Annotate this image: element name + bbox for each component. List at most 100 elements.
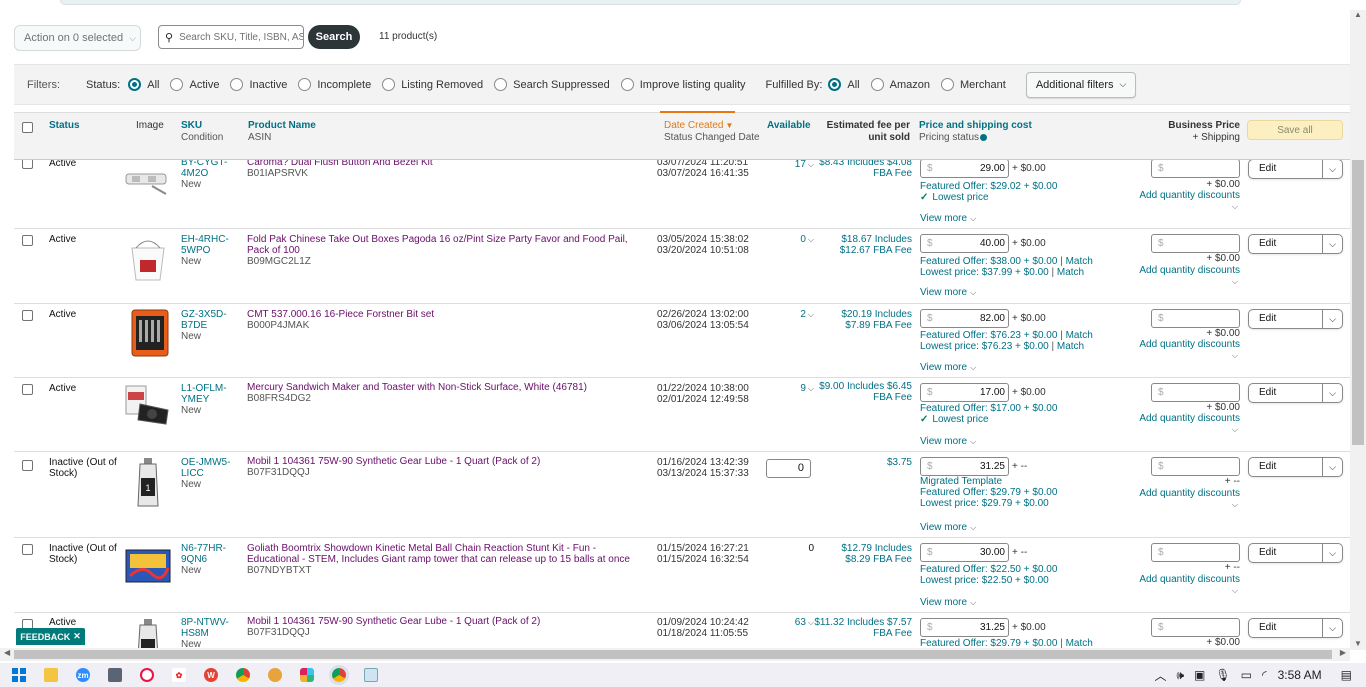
- chevron-down-icon[interactable]: ⌵: [1322, 310, 1342, 328]
- product-name-link[interactable]: CMT 537.000.16 16-Piece Forstner Bit set: [247, 309, 434, 320]
- status-radio-search-suppressed[interactable]: Search Suppressed: [494, 78, 610, 91]
- row-fee[interactable]: $11.32 Includes $7.57 FBA Fee: [814, 617, 912, 639]
- feedback-tab[interactable]: FEEDBACK ✕: [16, 628, 85, 645]
- row-sku[interactable]: OE-JMW5-LICC New: [181, 457, 233, 490]
- row-sku[interactable]: L1-OFLM-YMEY New: [181, 383, 233, 416]
- speaker-icon[interactable]: 🕪: [1176, 668, 1184, 683]
- price-input[interactable]: $40.00: [920, 234, 1009, 253]
- status-radio-improve-quality[interactable]: Improve listing quality: [620, 78, 746, 91]
- slack-icon[interactable]: [300, 668, 314, 682]
- scroll-right-icon[interactable]: ▶: [1340, 648, 1346, 657]
- price-input[interactable]: $30.00: [920, 543, 1009, 562]
- status-radio-listing-removed[interactable]: Listing Removed: [382, 78, 483, 91]
- header-date-created[interactable]: Date Created ▼ Status Changed Date: [664, 120, 760, 144]
- row-fee[interactable]: $20.19 Includes $7.89 FBA Fee: [814, 309, 912, 331]
- row-product[interactable]: CMT 537.000.16 16-Piece Forstner Bit set…: [247, 309, 647, 331]
- row-available[interactable]: 0 ⌵: [766, 234, 814, 245]
- search-input[interactable]: ⚲ Search SKU, Title, ISBN, ASIN: [158, 25, 304, 49]
- chevron-down-icon[interactable]: ⌵: [1322, 544, 1342, 562]
- zoom-icon[interactable]: zm: [76, 668, 90, 682]
- row-available[interactable]: 2 ⌵: [766, 309, 814, 320]
- chevron-down-icon[interactable]: ⌵: [1322, 384, 1342, 402]
- view-more-link[interactable]: View more ⌵: [920, 362, 976, 373]
- product-name-link[interactable]: Fold Pak Chinese Take Out Boxes Pagoda 1…: [247, 234, 628, 256]
- edit-button[interactable]: Edit ⌵: [1248, 618, 1343, 638]
- row-available[interactable]: 9 ⌵: [766, 383, 814, 394]
- bulk-action-select[interactable]: Action on 0 selected ⌵: [14, 25, 141, 51]
- scrollbar-thumb[interactable]: [1352, 160, 1364, 445]
- row-checkbox[interactable]: [22, 160, 33, 169]
- chevron-down-icon[interactable]: ⌵: [1322, 160, 1342, 178]
- chevron-down-icon[interactable]: ⌵: [1322, 619, 1342, 637]
- calculator-icon[interactable]: [108, 668, 122, 682]
- save-all-button[interactable]: Save all: [1247, 120, 1343, 140]
- select-all-checkbox[interactable]: [22, 122, 33, 133]
- row-sku[interactable]: GZ-3X5D-B7DE New: [181, 309, 233, 342]
- row-fee[interactable]: $9.00 Includes $6.45 FBA Fee: [814, 381, 912, 403]
- scroll-down-icon[interactable]: ▼: [1354, 639, 1362, 648]
- add-quantity-discounts-link[interactable]: Add quantity discounts ⌵: [1134, 265, 1240, 287]
- status-radio-active[interactable]: Active: [170, 78, 219, 91]
- business-price-input[interactable]: $: [1151, 543, 1240, 562]
- quantity-input[interactable]: 0: [766, 459, 811, 478]
- header-price[interactable]: Price and shipping cost Pricing status: [919, 120, 1032, 144]
- microphone-icon[interactable]: 🎙: [1215, 668, 1230, 682]
- wifi-icon[interactable]: ◜: [1262, 668, 1267, 682]
- row-sku[interactable]: BY-CYGT-4M2O New: [181, 160, 233, 190]
- status-radio-all[interactable]: All: [128, 78, 159, 91]
- price-input[interactable]: $82.00: [920, 309, 1009, 328]
- row-fee[interactable]: $18.67 Includes $12.67 FBA Fee: [814, 234, 912, 256]
- row-product[interactable]: Mobil 1 104361 75W-90 Synthetic Gear Lub…: [247, 616, 647, 638]
- product-name-link[interactable]: Mobil 1 104361 75W-90 Synthetic Gear Lub…: [247, 456, 540, 467]
- row-fee[interactable]: $3.75: [814, 457, 912, 468]
- meet-now-icon[interactable]: ▣: [1194, 668, 1205, 682]
- header-status[interactable]: Status: [49, 120, 80, 132]
- view-more-link[interactable]: View more ⌵: [920, 436, 976, 447]
- battery-icon[interactable]: ▭: [1241, 668, 1252, 682]
- row-product[interactable]: Fold Pak Chinese Take Out Boxes Pagoda 1…: [247, 234, 647, 267]
- edit-button[interactable]: Edit ⌵: [1248, 543, 1343, 563]
- match-link[interactable]: Match: [1057, 341, 1084, 352]
- product-image[interactable]: [122, 308, 174, 360]
- business-price-input[interactable]: $: [1151, 309, 1240, 328]
- product-name-link[interactable]: Goliath Boomtrix Showdown Kinetic Metal …: [247, 543, 630, 565]
- chevron-up-icon[interactable]: ︿: [1154, 667, 1166, 684]
- add-quantity-discounts-link[interactable]: Add quantity discounts ⌵: [1134, 488, 1240, 510]
- row-checkbox[interactable]: [22, 544, 33, 555]
- view-more-link[interactable]: View more ⌵: [920, 287, 976, 298]
- match-link[interactable]: Match: [1066, 330, 1093, 341]
- add-quantity-discounts-link[interactable]: Add quantity discounts ⌵: [1134, 413, 1240, 435]
- fulfilled-radio-all[interactable]: All: [828, 78, 860, 91]
- notification-icon[interactable]: ▤: [1341, 668, 1352, 682]
- row-sku[interactable]: 8P-NTWV-HS8M New: [181, 617, 233, 648]
- product-image[interactable]: 1: [122, 456, 174, 508]
- windows-start-icon[interactable]: [12, 668, 26, 682]
- app-icon[interactable]: ✿: [172, 668, 186, 682]
- scroll-left-icon[interactable]: ◀: [4, 648, 10, 657]
- row-checkbox[interactable]: [22, 384, 33, 395]
- product-image[interactable]: [122, 617, 174, 648]
- view-more-link[interactable]: View more ⌵: [920, 522, 976, 533]
- price-input[interactable]: $17.00: [920, 383, 1009, 402]
- clock[interactable]: 3:58 AM: [1278, 668, 1322, 682]
- business-price-input[interactable]: $: [1151, 160, 1240, 178]
- row-sku[interactable]: EH-4RHC-5WPO New: [181, 234, 233, 267]
- product-image[interactable]: [122, 234, 174, 286]
- row-available[interactable]: 63 ⌵: [766, 617, 814, 628]
- notepad-icon[interactable]: [364, 668, 378, 682]
- business-price-input[interactable]: $: [1151, 234, 1240, 253]
- add-quantity-discounts-link[interactable]: Add quantity discounts ⌵: [1134, 574, 1240, 596]
- row-product[interactable]: Goliath Boomtrix Showdown Kinetic Metal …: [247, 543, 647, 576]
- info-icon[interactable]: [980, 133, 988, 141]
- view-more-link[interactable]: View more ⌵: [920, 213, 976, 224]
- status-radio-incomplete[interactable]: Incomplete: [298, 78, 371, 91]
- chevron-down-icon[interactable]: ⌵: [1322, 458, 1342, 476]
- additional-filters-button[interactable]: Additional filters ⌵: [1025, 71, 1137, 98]
- row-checkbox[interactable]: [22, 460, 33, 471]
- match-link[interactable]: Match: [1057, 267, 1084, 278]
- match-link[interactable]: Match: [1066, 256, 1093, 267]
- business-price-input[interactable]: $: [1151, 457, 1240, 476]
- snipping-tool-icon[interactable]: [140, 668, 154, 682]
- row-product[interactable]: Caroma? Dual Flush Button And Bezel Kit B…: [247, 160, 647, 179]
- row-product[interactable]: Mercury Sandwich Maker and Toaster with …: [247, 382, 647, 404]
